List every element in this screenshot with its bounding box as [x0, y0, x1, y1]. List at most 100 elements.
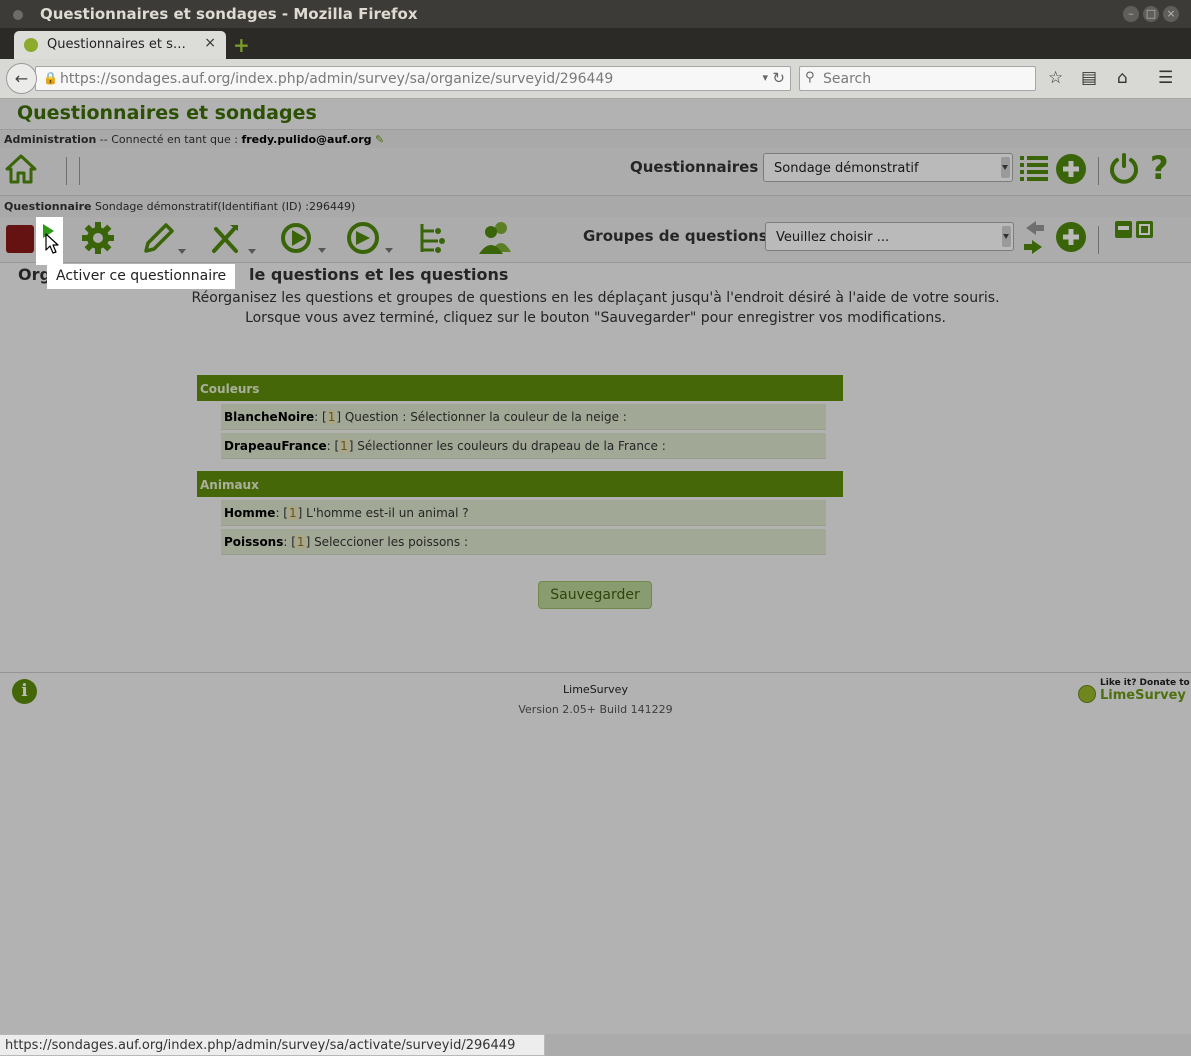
- question-item[interactable]: DrapeauFrance: [1] Sélectionner les coul…: [221, 433, 826, 459]
- url-text[interactable]: https://sondages.auf.org/index.php/admin…: [60, 71, 613, 87]
- back-button[interactable]: ←: [6, 63, 37, 94]
- question-code: Homme: [224, 506, 276, 520]
- group-navigation-arrows-icon[interactable]: [1022, 219, 1046, 257]
- organize-content: Org le questions et les questions Réorgan…: [0, 261, 1191, 671]
- survey-toolbar: Groupes de questions : Veuillez choisir …: [0, 217, 1191, 263]
- heading-start: Org: [18, 265, 51, 284]
- footer: i LimeSurvey Version 2.05+ Build 141229 …: [0, 672, 1191, 732]
- logout-power-icon[interactable]: [1108, 151, 1140, 185]
- edit-user-icon[interactable]: ✎: [375, 133, 384, 146]
- donate-link[interactable]: Like it? Donate to LimeSurvey: [1078, 678, 1190, 704]
- survey-info: Sondage démonstratif(Identifiant (ID) :2…: [91, 200, 356, 213]
- window-menu-icon[interactable]: [13, 10, 23, 20]
- home-icon[interactable]: ⌂: [1117, 68, 1128, 88]
- new-tab-icon[interactable]: +: [233, 33, 250, 57]
- reload-icon[interactable]: ↻: [772, 69, 785, 87]
- question-separator: : [: [326, 439, 340, 453]
- close-window-icon[interactable]: ×: [1163, 6, 1179, 22]
- page: Questionnaires et sondages Administratio…: [0, 99, 1191, 1034]
- instruction-line-2: Lorsque vous avez terminé, cliquez sur l…: [245, 310, 946, 326]
- tab-strip: Questionnaires et s… ×: [0, 28, 1191, 59]
- donate-line-2: LimeSurvey: [1100, 688, 1186, 703]
- navigation-bar: 🔒 https://sondages.auf.org/index.php/adm…: [0, 59, 1191, 99]
- question-group-number: 1: [295, 535, 306, 549]
- responses-icon[interactable]: [345, 220, 395, 258]
- url-dropdown-icon[interactable]: ▾: [762, 71, 768, 84]
- bookmark-star-icon[interactable]: ☆: [1048, 68, 1063, 88]
- question-item[interactable]: Homme: [1] L'homme est-il un animal ?: [221, 500, 826, 526]
- add-survey-icon[interactable]: [1055, 153, 1087, 185]
- instruction-line-1: Réorganisez les questions et groupes de …: [191, 290, 1000, 306]
- lime-logo-icon: [1078, 685, 1096, 703]
- search-input[interactable]: ⚲ Search: [799, 66, 1036, 91]
- settings-gear-icon[interactable]: [81, 221, 115, 255]
- question-text: Question : Sélectionner la couleur de la…: [341, 410, 627, 424]
- lock-icon[interactable]: 🔒: [43, 71, 58, 85]
- edit-pencil-icon[interactable]: [140, 221, 188, 257]
- survey-label: Questionnaire: [4, 200, 92, 213]
- question-code: Poissons: [224, 535, 284, 549]
- question-item[interactable]: Poissons: [1] Seleccioner les poissons :: [221, 529, 826, 555]
- search-icon: ⚲: [805, 70, 815, 85]
- minimize-icon[interactable]: –: [1123, 6, 1139, 22]
- back-arrow-icon: ←: [14, 69, 29, 88]
- help-icon[interactable]: ?: [1150, 149, 1169, 187]
- survey-select-value: Sondage démonstratif: [774, 161, 919, 176]
- question-separator: : [: [314, 410, 327, 424]
- activate-tooltip: Activer ce questionnaire: [47, 264, 236, 289]
- tab-close-icon[interactable]: ×: [204, 35, 216, 51]
- survey-info-line: Questionnaire Sondage démonstratif(Ident…: [0, 196, 1191, 217]
- layout-toggle-icon[interactable]: [1114, 220, 1156, 240]
- question-text: Seleccioner les poissons :: [310, 535, 469, 549]
- donate-line-1: Like it? Donate to: [1100, 678, 1190, 688]
- window-titlebar: Questionnaires et sondages - Mozilla Fir…: [0, 0, 1191, 28]
- footer-version: Version 2.05+ Build 141229: [518, 703, 673, 716]
- participants-icon[interactable]: [477, 220, 513, 256]
- browser-tab[interactable]: Questionnaires et s… ×: [14, 31, 226, 59]
- chevron-down-icon: [1002, 226, 1011, 247]
- bottom-background: [545, 1034, 1191, 1056]
- save-button[interactable]: Sauvegarder: [538, 581, 652, 609]
- question-code: DrapeauFrance: [224, 439, 327, 453]
- footer-brand[interactable]: LimeSurvey: [0, 683, 1191, 696]
- admin-home-icon[interactable]: [5, 153, 37, 185]
- menu-icon[interactable]: ☰: [1158, 68, 1173, 88]
- search-placeholder: Search: [823, 71, 872, 87]
- toolbar-separator: [1098, 226, 1099, 254]
- question-group-select[interactable]: Veuillez choisir ...: [765, 222, 1014, 251]
- question-group-number: 1: [287, 506, 298, 520]
- display-export-icon[interactable]: [278, 220, 328, 258]
- question-text: Sélectionner les couleurs du drapeau de …: [353, 439, 666, 453]
- user-name: fredy.pulido@auf.org: [241, 133, 372, 146]
- question-group-header[interactable]: Couleurs: [197, 375, 843, 401]
- question-group-number: 1: [326, 410, 337, 424]
- url-bar[interactable]: 🔒 https://sondages.auf.org/index.php/adm…: [35, 66, 791, 91]
- window-controls: – □ ×: [1123, 6, 1179, 22]
- survey-list-icon[interactable]: [1018, 153, 1050, 183]
- question-groups-label: Groupes de questions :: [583, 227, 779, 245]
- limesurvey-favicon-icon: [24, 38, 38, 52]
- question-group-select-value: Veuillez choisir ...: [776, 230, 890, 245]
- question-group-header[interactable]: Animaux: [197, 471, 843, 497]
- mouse-cursor-icon: [45, 233, 59, 254]
- question-separator: : [: [283, 535, 296, 549]
- add-group-icon[interactable]: [1055, 221, 1087, 253]
- survey-select[interactable]: Sondage démonstratif: [763, 153, 1013, 182]
- window-title: Questionnaires et sondages - Mozilla Fir…: [40, 5, 418, 23]
- questionnaires-label: Questionnaires :: [630, 158, 770, 176]
- admin-label: Administration: [4, 133, 97, 146]
- tools-icon[interactable]: [208, 221, 258, 257]
- stop-survey-button[interactable]: [6, 225, 34, 253]
- status-bar: https://sondages.auf.org/index.php/admin…: [0, 1034, 545, 1056]
- toolbar-separator: [1098, 157, 1099, 185]
- toolbar-separator: [66, 157, 67, 185]
- question-item[interactable]: BlancheNoire: [1] Question : Sélectionne…: [221, 404, 826, 430]
- admin-toolbar: Questionnaires : Sondage démonstratif ?: [0, 148, 1191, 196]
- tab-label: Questionnaires et s…: [47, 37, 186, 52]
- reading-list-icon[interactable]: ▤: [1081, 68, 1097, 88]
- maximize-icon[interactable]: □: [1143, 6, 1159, 22]
- question-separator: : [: [275, 506, 288, 520]
- status-url: https://sondages.auf.org/index.php/admin…: [5, 1038, 516, 1053]
- heading-end: le questions et les questions: [248, 265, 509, 284]
- survey-logic-tree-icon[interactable]: [416, 221, 450, 255]
